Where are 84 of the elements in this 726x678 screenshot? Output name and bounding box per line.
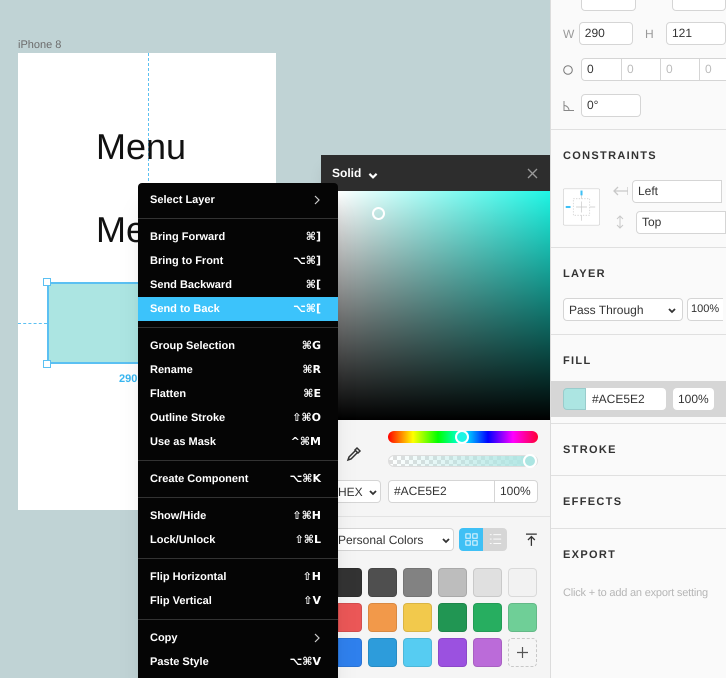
- format-dropdown[interactable]: HEX: [338, 480, 381, 503]
- section-title: EXPORT: [562, 548, 618, 562]
- color-swatch[interactable]: [368, 603, 397, 632]
- chevron-right-icon: [314, 633, 320, 643]
- close-icon[interactable]: [527, 168, 538, 178]
- heading-text: Menu: [96, 127, 186, 167]
- color-swatch[interactable]: [508, 603, 537, 632]
- menu-item[interactable]: Bring to Front ⌥⌘]: [138, 249, 338, 273]
- color-gradient-field[interactable]: [338, 191, 550, 420]
- menu-item[interactable]: Paste Style ⌥⌘V: [138, 650, 338, 674]
- menu-item[interactable]: Flip Vertical ⇧V: [138, 589, 338, 613]
- menu-item[interactable]: Group Selection ⌘G: [138, 334, 338, 358]
- width-input[interactable]: 290: [578, 22, 633, 45]
- angle-icon: [563, 100, 574, 110]
- menu-item[interactable]: Show/Hide ⇧⌘H: [138, 504, 338, 528]
- opacity-slider[interactable]: [388, 455, 538, 467]
- color-swatch[interactable]: [473, 568, 502, 597]
- hue-slider[interactable]: [388, 431, 538, 443]
- menu-item[interactable]: Copy: [138, 626, 338, 650]
- layer-opacity-input[interactable]: 100%: [687, 298, 723, 321]
- list-view-button[interactable]: [483, 528, 508, 551]
- menu-item[interactable]: Bring Forward ⌘]: [138, 225, 338, 249]
- resize-handle[interactable]: [43, 278, 51, 286]
- color-swatch[interactable]: [403, 638, 432, 667]
- rotation-input[interactable]: 0°: [581, 94, 641, 117]
- eyedropper-icon[interactable]: [346, 446, 362, 462]
- color-swatch[interactable]: [403, 603, 432, 632]
- color-swatch[interactable]: [338, 603, 362, 632]
- menu-item[interactable]: Use as Mask ^⌘M: [138, 430, 338, 454]
- menu-item[interactable]: Select Layer: [138, 188, 338, 212]
- section-title: FILL: [562, 354, 592, 369]
- upload-icon[interactable]: [525, 532, 538, 546]
- menu-item[interactable]: Rename ⌘R: [138, 358, 338, 382]
- color-swatch[interactable]: [438, 638, 467, 667]
- left-arrow-icon: [612, 186, 628, 196]
- fill-mode-dropdown[interactable]: Solid: [332, 164, 380, 182]
- list-icon: [488, 533, 502, 546]
- menu-item[interactable]: Flatten ⌘E: [138, 382, 338, 406]
- color-swatch[interactable]: [368, 638, 397, 667]
- color-swatch[interactable]: [438, 568, 467, 597]
- palette-dropdown[interactable]: Personal Colors: [338, 528, 454, 551]
- resize-handle[interactable]: [43, 360, 51, 368]
- blend-mode-dropdown[interactable]: Pass Through: [563, 298, 683, 321]
- color-swatch[interactable]: [403, 568, 432, 597]
- fill-color-swatch[interactable]: [563, 388, 586, 410]
- menu-item[interactable]: Lock/Unlock ⇧⌘L: [138, 528, 338, 552]
- fill-opacity-input[interactable]: 100%: [673, 388, 714, 410]
- height-input[interactable]: 121: [666, 22, 726, 45]
- menu-item[interactable]: Send Backward ⌘[: [138, 273, 338, 297]
- section-title: STROKE: [562, 442, 618, 458]
- section-title: EFFECTS: [562, 495, 624, 510]
- menu-item[interactable]: Outline Stroke ⇧⌘O: [138, 406, 338, 430]
- field-label: W: [562, 26, 576, 42]
- horizontal-constraint-dropdown[interactable]: Left: [632, 180, 722, 202]
- color-handle[interactable]: [372, 207, 385, 220]
- section-title: CONSTRAINTS: [562, 149, 658, 164]
- plus-icon: [517, 647, 528, 658]
- vertical-arrows-icon: [616, 215, 624, 229]
- chevron-right-icon: [314, 195, 320, 205]
- section-title: LAYER: [562, 266, 607, 282]
- vertical-constraint-dropdown[interactable]: Top: [636, 210, 726, 234]
- add-swatch-button[interactable]: [508, 638, 537, 667]
- color-swatch[interactable]: [338, 638, 362, 667]
- field-label: H: [644, 26, 655, 42]
- slider-thumb[interactable]: [454, 430, 468, 444]
- fill-hex-input[interactable]: #ACE5E2: [586, 388, 666, 410]
- menu-item[interactable]: Create Component ⌥⌘K: [138, 467, 338, 491]
- color-swatch[interactable]: [368, 568, 397, 597]
- color-swatch[interactable]: [473, 603, 502, 632]
- circle-icon: [563, 64, 573, 74]
- slider-thumb[interactable]: [523, 454, 537, 468]
- grid-icon: [464, 533, 478, 546]
- grid-view-button[interactable]: [459, 528, 484, 551]
- chevron-down-icon: [367, 170, 380, 180]
- size-label: 290: [119, 372, 138, 387]
- chevron-down-icon: [441, 536, 452, 544]
- chevron-down-icon: [368, 488, 378, 496]
- color-swatch[interactable]: [338, 568, 362, 597]
- chevron-down-icon: [667, 306, 677, 314]
- color-swatch[interactable]: [473, 638, 502, 667]
- color-swatch[interactable]: [508, 568, 537, 597]
- menu-item[interactable]: Flip Horizontal ⇧H: [138, 565, 338, 589]
- export-hint: Click + to add an export setting: [562, 586, 709, 601]
- color-swatch[interactable]: [438, 603, 467, 632]
